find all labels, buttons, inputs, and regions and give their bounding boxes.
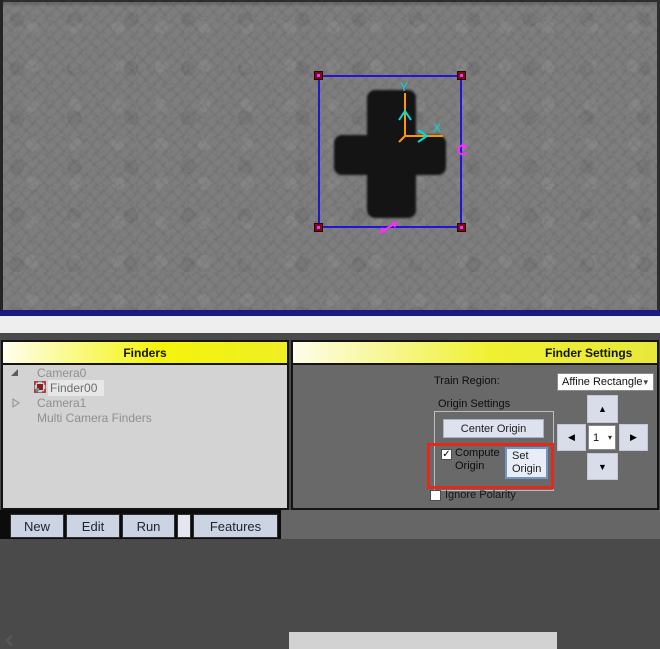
x-axis-label: X — [433, 121, 441, 135]
down-triangle-icon: ▼ — [598, 462, 607, 472]
edit-button[interactable]: Edit — [66, 514, 120, 538]
tree-item-multi-camera-finders[interactable]: Multi Camera Finders — [3, 411, 287, 425]
expander-expanded-icon[interactable] — [11, 369, 18, 376]
new-button[interactable]: New — [10, 514, 64, 538]
finder-settings-panel: Finder Settings Train Region: Affine Rec… — [291, 340, 659, 510]
nudge-down-button[interactable]: ▼ — [587, 453, 618, 480]
run-button[interactable]: Run — [122, 514, 175, 538]
region-rotate-handle[interactable] — [454, 143, 469, 158]
finders-panel-title: Finders — [123, 346, 166, 360]
region-corner-handle[interactable] — [457, 223, 466, 232]
tree-item-finder00-label[interactable]: Finder00 — [48, 380, 104, 396]
compute-origin-checkbox[interactable]: ✓ — [441, 449, 452, 460]
features-button[interactable]: Features — [193, 514, 278, 538]
left-triangle-icon: ◀ — [568, 432, 575, 443]
expander-collapsed-icon[interactable] — [12, 398, 20, 408]
scrollbar-thumb[interactable] — [289, 632, 557, 649]
chevron-down-icon: ▾ — [643, 377, 648, 388]
region-corner-handle[interactable] — [457, 71, 466, 80]
origin-axes-overlay[interactable]: Y X — [389, 80, 453, 144]
toolbar-splitter-button[interactable] — [177, 514, 191, 538]
horizontal-scrollbar[interactable] — [0, 316, 660, 333]
tree-item-camera0[interactable]: Camera0 — [3, 366, 287, 380]
scroll-left-icon[interactable] — [2, 633, 18, 648]
train-region-dropdown[interactable]: Affine Rectangle ▾ — [557, 373, 654, 391]
right-triangle-icon: ▶ — [630, 432, 637, 443]
ignore-polarity-label[interactable]: Ignore Polarity — [445, 489, 516, 501]
train-region-label: Train Region: — [434, 375, 500, 387]
tree-item-camera1[interactable]: Camera1 — [3, 396, 287, 410]
panel-gap — [0, 333, 660, 340]
region-skew-handle[interactable] — [379, 221, 398, 234]
ignore-polarity-checkbox[interactable] — [430, 490, 441, 501]
compute-origin-label[interactable]: Compute Origin — [455, 447, 505, 473]
nudge-right-button[interactable]: ▶ — [619, 424, 648, 451]
nudge-left-button[interactable]: ◀ — [557, 424, 586, 451]
settings-panel-header: Finder Settings — [293, 342, 657, 365]
camera-image-view[interactable]: Y X — [0, 0, 660, 310]
set-origin-button[interactable]: Set Origin — [505, 447, 548, 479]
center-origin-button[interactable]: Center Origin — [443, 419, 544, 438]
chevron-down-icon: ▾ — [608, 433, 612, 442]
region-corner-handle[interactable] — [314, 71, 323, 80]
tree-item-finder00[interactable]: Finder00 — [3, 381, 287, 395]
origin-settings-label: Origin Settings — [438, 398, 510, 410]
finders-panel-header: Finders — [3, 342, 287, 365]
nudge-up-button[interactable]: ▲ — [587, 395, 618, 423]
finder-icon — [34, 381, 46, 393]
region-corner-handle[interactable] — [314, 223, 323, 232]
finders-panel: Finders Camera0 Finder00 Camera1 Multi C… — [1, 340, 289, 510]
settings-panel-title: Finder Settings — [293, 346, 632, 360]
bottom-toolbar: New Edit Run Features — [0, 510, 660, 539]
finders-tree: Camera0 Finder00 Camera1 Multi Camera Fi… — [3, 365, 287, 425]
up-triangle-icon: ▲ — [598, 404, 607, 414]
y-axis-label: Y — [400, 80, 408, 94]
step-size-dropdown[interactable]: 1 ▾ — [588, 425, 616, 450]
